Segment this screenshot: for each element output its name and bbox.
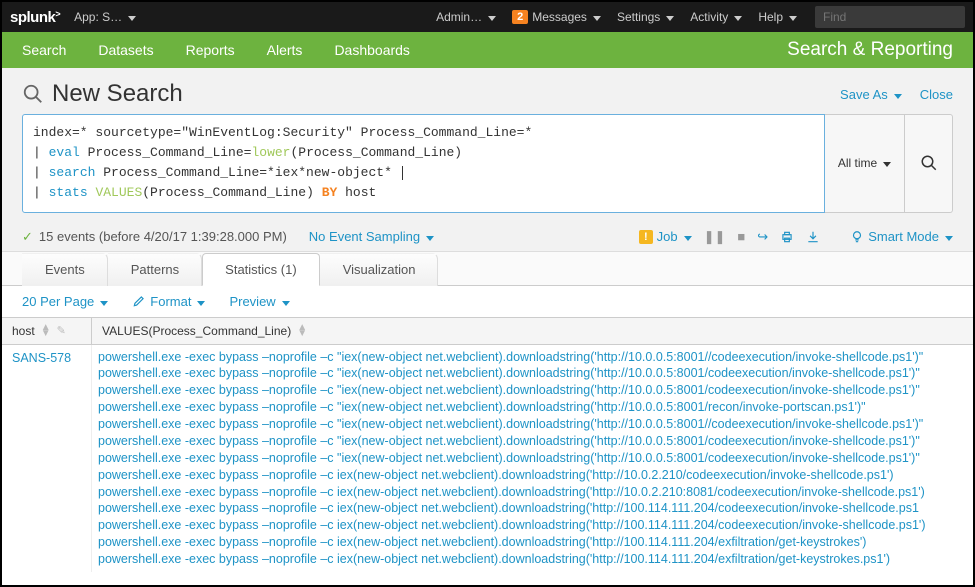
value-line[interactable]: powershell.exe -exec bypass –noprofile –… xyxy=(98,534,967,551)
share-icon[interactable]: ↪ xyxy=(757,229,768,245)
tab-patterns[interactable]: Patterns xyxy=(108,253,202,286)
nav-dashboards[interactable]: Dashboards xyxy=(334,42,410,58)
value-line[interactable]: powershell.exe -exec bypass –noprofile –… xyxy=(98,349,967,366)
format-menu[interactable]: Format xyxy=(132,294,205,309)
col-header-host[interactable]: host ▲▼ ✎ xyxy=(2,318,92,344)
pause-icon[interactable]: ❚❚ xyxy=(704,229,726,245)
value-line[interactable]: powershell.exe -exec bypass –noprofile –… xyxy=(98,484,967,501)
search-row: index=* sourcetype="WinEventLog:Security… xyxy=(2,114,973,223)
check-icon: ✓ xyxy=(22,229,33,245)
page-header: New Search Save As Close xyxy=(2,68,973,114)
results-table-header: host ▲▼ ✎ VALUES(Process_Command_Line) ▲… xyxy=(2,317,973,345)
warning-icon: ! xyxy=(639,230,653,244)
app-nav: Search Datasets Reports Alerts Dashboard… xyxy=(2,32,973,68)
save-as-button[interactable]: Save As xyxy=(840,87,902,102)
value-line[interactable]: powershell.exe -exec bypass –noprofile –… xyxy=(98,551,967,568)
event-sampling[interactable]: No Event Sampling xyxy=(309,229,434,244)
value-line[interactable]: powershell.exe -exec bypass –noprofile –… xyxy=(98,416,967,433)
nav-search[interactable]: Search xyxy=(22,42,66,58)
search-icon xyxy=(22,83,44,105)
nav-reports[interactable]: Reports xyxy=(186,42,235,58)
cell-host[interactable]: SANS-578 xyxy=(2,345,92,572)
table-row: SANS-578 powershell.exe -exec bypass –nop… xyxy=(2,345,973,572)
search-mode[interactable]: Smart Mode xyxy=(850,229,953,244)
lightbulb-icon xyxy=(850,230,864,244)
print-icon[interactable] xyxy=(780,229,794,245)
tab-visualization[interactable]: Visualization xyxy=(320,253,439,286)
job-menu[interactable]: !Job xyxy=(639,229,692,244)
messages-menu[interactable]: 2Messages xyxy=(512,10,601,24)
value-line[interactable]: powershell.exe -exec bypass –noprofile –… xyxy=(98,517,967,534)
find-input[interactable] xyxy=(815,6,965,28)
search-button[interactable] xyxy=(905,114,953,213)
value-line[interactable]: powershell.exe -exec bypass –noprofile –… xyxy=(98,382,967,399)
per-page-select[interactable]: 20 Per Page xyxy=(22,294,108,309)
search-icon xyxy=(920,154,938,172)
sort-icon: ▲▼ xyxy=(41,325,51,337)
search-input[interactable]: index=* sourcetype="WinEventLog:Security… xyxy=(22,114,825,213)
col-header-values[interactable]: VALUES(Process_Command_Line) ▲▼ xyxy=(92,318,973,344)
value-line[interactable]: powershell.exe -exec bypass –noprofile –… xyxy=(98,433,967,450)
results-toolbar: 20 Per Page Format Preview xyxy=(2,286,973,317)
pencil-icon[interactable]: ✎ xyxy=(57,324,66,337)
tab-statistics[interactable]: Statistics (1) xyxy=(202,253,320,286)
page-title: New Search xyxy=(22,80,183,108)
export-icon[interactable] xyxy=(806,229,820,245)
value-line[interactable]: powershell.exe -exec bypass –noprofile –… xyxy=(98,399,967,416)
preview-menu[interactable]: Preview xyxy=(229,294,289,309)
sort-icon: ▲▼ xyxy=(297,325,307,337)
events-count: 15 events (before 4/20/17 1:39:28.000 PM… xyxy=(39,229,287,244)
cell-values: powershell.exe -exec bypass –noprofile –… xyxy=(92,345,973,572)
value-line[interactable]: powershell.exe -exec bypass –noprofile –… xyxy=(98,450,967,467)
activity-menu[interactable]: Activity xyxy=(690,10,742,24)
admin-menu[interactable]: Admin… xyxy=(436,10,496,24)
stop-icon[interactable]: ■ xyxy=(737,229,745,244)
pencil-icon xyxy=(132,294,146,308)
result-tabs: Events Patterns Statistics (1) Visualiza… xyxy=(2,252,973,286)
top-bar: splunk> App: S… Admin… 2Messages Setting… xyxy=(2,2,973,32)
splunk-logo: splunk> xyxy=(10,9,60,26)
messages-badge: 2 xyxy=(512,10,528,24)
app-selector[interactable]: App: S… xyxy=(74,10,136,24)
job-status-bar: ✓ 15 events (before 4/20/17 1:39:28.000 … xyxy=(2,223,973,252)
time-range-picker[interactable]: All time xyxy=(825,114,905,213)
settings-menu[interactable]: Settings xyxy=(617,10,674,24)
value-line[interactable]: powershell.exe -exec bypass –noprofile –… xyxy=(98,467,967,484)
results-table-body: SANS-578 powershell.exe -exec bypass –nop… xyxy=(2,345,973,572)
tab-events[interactable]: Events xyxy=(22,253,108,286)
help-menu[interactable]: Help xyxy=(758,10,797,24)
app-title: Search & Reporting xyxy=(787,39,953,61)
value-line[interactable]: powershell.exe -exec bypass –noprofile –… xyxy=(98,500,967,517)
nav-datasets[interactable]: Datasets xyxy=(98,42,153,58)
value-line[interactable]: powershell.exe -exec bypass –noprofile –… xyxy=(98,365,967,382)
nav-alerts[interactable]: Alerts xyxy=(267,42,303,58)
close-button[interactable]: Close xyxy=(920,87,953,102)
